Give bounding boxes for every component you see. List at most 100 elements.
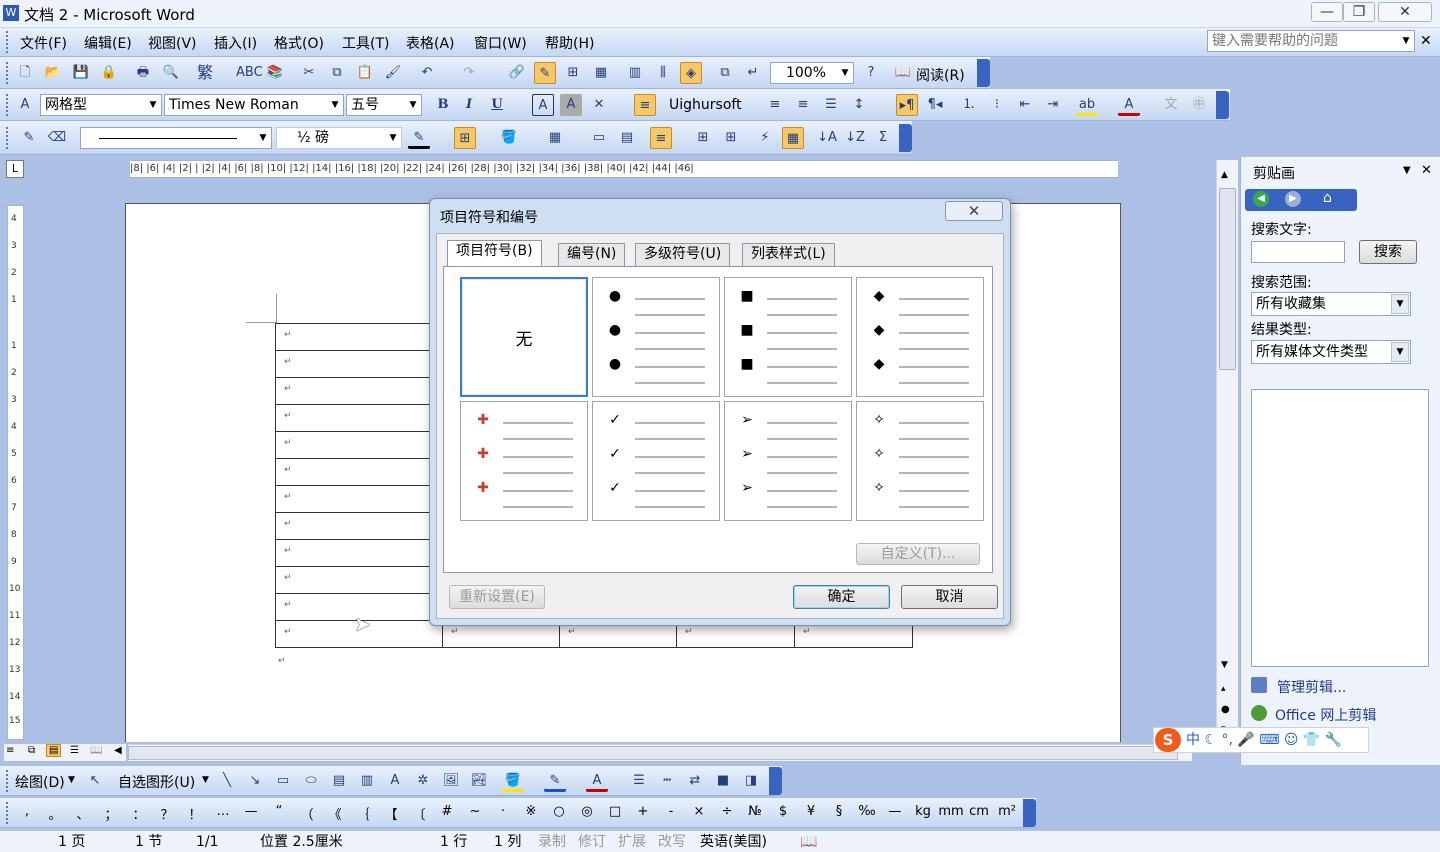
split-cells-icon[interactable]: ▤ <box>616 127 638 149</box>
formatting-toolbar-options[interactable] <box>1216 91 1229 119</box>
symbol-button[interactable]: kg <box>910 804 936 819</box>
symbol-button[interactable]: № <box>742 804 768 819</box>
dialog-close-button[interactable]: ✕ <box>945 201 1003 221</box>
tab-outline[interactable]: 多级符号(U) <box>635 243 731 266</box>
vertical-text-box-icon[interactable]: ▥ <box>356 770 378 792</box>
symbol-button[interactable]: ？ <box>154 804 180 823</box>
symbol-button[interactable]: ◎ <box>574 804 600 819</box>
menu-file[interactable]: 文件(F) <box>20 33 67 53</box>
wordart-icon[interactable]: A <box>384 770 406 792</box>
symbol-button[interactable]: ~ <box>462 804 488 819</box>
search-button[interactable]: 搜索 <box>1359 240 1417 264</box>
insert-table-grid-icon[interactable]: ▦ <box>544 127 566 149</box>
search-text-input[interactable] <box>1251 241 1345 263</box>
redo-icon[interactable]: ↷ <box>458 62 480 84</box>
bullet-option-star[interactable]: ✧ ✧ ✧ <box>856 401 984 521</box>
close-document-icon[interactable]: ✕ <box>1420 33 1432 49</box>
menu-format[interactable]: 格式(O) <box>274 33 324 53</box>
justify-icon[interactable]: ≡ <box>634 94 656 116</box>
table-cell[interactable]: ↵ <box>275 566 443 594</box>
web-view-icon[interactable]: ⧉ <box>28 745 35 756</box>
zoom-select[interactable]: 100% ▼ <box>770 62 854 84</box>
outline-view-icon[interactable]: ☰ <box>70 745 79 756</box>
ruler-tab-selector[interactable]: L <box>6 160 24 178</box>
draw-font-color-icon[interactable]: A <box>586 770 608 792</box>
style-select[interactable]: 网格型 ▼ <box>40 94 162 116</box>
sogou-logo-icon[interactable]: S <box>1155 728 1181 752</box>
result-type-select[interactable]: 所有媒体文件类型 ▼ <box>1251 340 1411 364</box>
symbol-toolbar-grip[interactable] <box>6 802 10 824</box>
print-preview-icon[interactable]: 🔍 <box>160 62 182 84</box>
status-overtype[interactable]: 改写 <box>658 831 686 852</box>
line-style-icon[interactable]: ☰ <box>628 770 650 792</box>
manage-clips-link[interactable]: 管理剪辑... <box>1277 677 1346 697</box>
show-hide-icon[interactable]: ⧉ <box>714 62 736 84</box>
rectangle-icon[interactable]: ▭ <box>272 770 294 792</box>
symbol-button[interactable]: ¥ <box>798 804 824 819</box>
status-track-changes[interactable]: 修订 <box>578 831 606 852</box>
draw-dropdown-icon[interactable]: ▼ <box>68 775 75 785</box>
symbol-button[interactable]: ！ <box>182 804 208 823</box>
line-style-select[interactable]: ▼ <box>80 127 272 149</box>
bullet-option-checkmark[interactable]: ✓ ✓ ✓ <box>592 401 720 521</box>
increase-indent-icon[interactable]: ⇥ <box>1042 94 1064 116</box>
oval-icon[interactable]: ⬭ <box>300 770 322 792</box>
table-cell[interactable]: ↵ <box>275 431 443 459</box>
columns-icon[interactable]: ▥ <box>624 62 646 84</box>
picture-icon[interactable]: 🏞 <box>468 770 490 792</box>
autoshapes-dropdown-icon[interactable]: ▼ <box>202 775 209 785</box>
bold-icon[interactable]: B <box>432 94 454 116</box>
h-scroll-thumb[interactable] <box>128 746 1178 760</box>
font-dropdown-icon[interactable]: ▼ <box>327 95 343 115</box>
symbol-button[interactable]: … <box>210 804 236 819</box>
symbol-button[interactable]: — <box>882 804 908 819</box>
sort-ascending-icon[interactable]: ↓A <box>816 127 838 149</box>
font-color-icon[interactable]: A <box>1118 94 1140 116</box>
status-extend[interactable]: 扩展 <box>618 831 646 852</box>
vertical-ruler[interactable]: 4 3 2 1 1 2 3 4 5 6 7 8 9 10 11 12 13 14… <box>7 205 24 740</box>
symbol-button[interactable]: , <box>14 804 40 819</box>
shadow-icon[interactable]: ■ <box>712 770 734 792</box>
highlight-icon[interactable]: ab <box>1076 94 1098 116</box>
autoshapes-button[interactable]: 自选图形(U) <box>118 772 195 792</box>
symbol-button[interactable]: 《 <box>322 804 348 823</box>
3d-icon[interactable]: ◨ <box>740 770 762 792</box>
table-cell[interactable]: ↵ <box>275 485 443 513</box>
font-select[interactable]: Times New Roman ▼ <box>164 94 344 116</box>
read-mode-button[interactable]: 阅读(R) <box>916 65 965 85</box>
previous-page-icon[interactable]: ▴ <box>1221 684 1226 694</box>
menu-insert[interactable]: 插入(I) <box>214 33 257 53</box>
decrease-indent-icon[interactable]: ⇤ <box>1014 94 1036 116</box>
customize-button[interactable]: 自定义(T)... <box>856 543 980 565</box>
scroll-down-icon[interactable]: ▼ <box>1221 660 1228 670</box>
insert-excel-icon[interactable]: ▦ <box>590 62 612 84</box>
draw-menu-button[interactable]: 绘图(D) <box>15 772 65 792</box>
bullets-icon[interactable]: ⁝ <box>986 94 1008 116</box>
draw-table-icon[interactable]: ✎ <box>18 127 40 149</box>
symbol-button[interactable]: § <box>826 804 852 819</box>
permission-icon[interactable]: 🔒 <box>98 62 120 84</box>
table-cell[interactable]: ↵ <box>275 404 443 432</box>
bullet-option-square[interactable]: ■ ■ ■ <box>724 277 852 397</box>
diagram-icon[interactable]: ✲ <box>412 770 434 792</box>
rtl-icon[interactable]: ¶◂ <box>924 94 946 116</box>
symbol-button[interactable]: “ <box>266 804 292 819</box>
symbol-button[interactable]: ； <box>98 804 124 823</box>
new-document-icon[interactable]: 🗋 <box>14 62 36 84</box>
ime-toolbar[interactable]: S 中 ☾ °, 🎤 ⌨ ☺ 👕 🔧 <box>1153 727 1369 753</box>
symbol-button[interactable]: 〔 <box>406 804 432 823</box>
search-scope-select[interactable]: 所有收藏集 ▼ <box>1251 292 1411 316</box>
format-painter-icon[interactable]: 🖌 <box>382 62 404 84</box>
back-icon[interactable]: ◀ <box>1253 191 1269 207</box>
char-scale-icon[interactable]: ✕ <box>588 94 610 116</box>
size-dropdown-icon[interactable]: ▼ <box>405 95 421 115</box>
standard-toolbar-options[interactable] <box>977 59 990 87</box>
scroll-left-icon[interactable]: ◀ <box>114 745 122 756</box>
standard-toolbar-grip[interactable] <box>6 62 10 84</box>
spelling-icon[interactable]: ABC <box>236 62 263 84</box>
drawing-toolbar-grip[interactable] <box>6 770 10 792</box>
symbol-button[interactable]: 【 <box>378 804 404 823</box>
minimize-button[interactable]: — <box>1311 2 1343 22</box>
char-shading-icon[interactable]: A <box>560 94 582 116</box>
arrow-style-icon[interactable]: ⇄ <box>684 770 706 792</box>
